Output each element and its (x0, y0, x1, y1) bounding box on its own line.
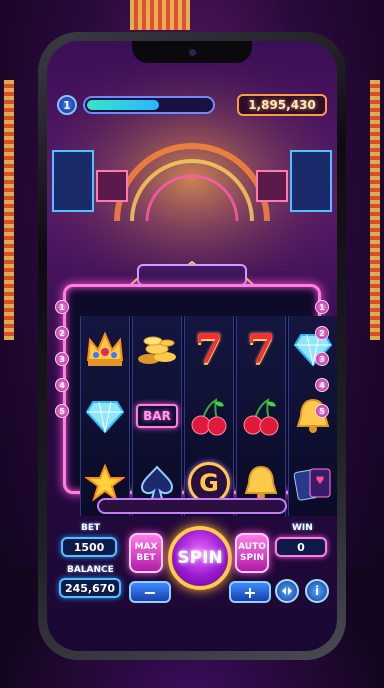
camera-icon (189, 49, 196, 56)
auto-spin-button[interactable]: AUTO SPIN (235, 533, 269, 573)
payline-marker: 3 (315, 352, 329, 366)
seven-icon: 7 (237, 319, 285, 379)
neon-strip-left (4, 80, 14, 340)
arrows-icon (282, 587, 292, 595)
payline-marker: 2 (55, 326, 69, 340)
seven-icon: 7 (185, 319, 233, 379)
max-bet-button[interactable]: MAX BET (129, 533, 163, 573)
top-bar: 1 1,895,430 (57, 92, 327, 118)
control-panel: BET 1500 BALANCE 245,670 MAX BET SPIN AU… (47, 519, 337, 629)
payline-marker: 5 (315, 404, 329, 418)
bet-label: BET (81, 523, 101, 533)
xp-progress-bar (83, 96, 215, 114)
payline-marker: 4 (315, 378, 329, 392)
decrease-bet-button[interactable]: − (129, 581, 171, 603)
balance-label: BALANCE (67, 565, 114, 575)
diamond-icon (81, 386, 129, 446)
bar-icon: BAR (133, 386, 181, 446)
neon-strip-top (130, 0, 190, 30)
win-value: 0 (275, 537, 327, 557)
spin-button[interactable]: SPIN (168, 526, 232, 590)
diamond-icon (289, 319, 337, 379)
crown-icon (81, 319, 129, 379)
payline-markers-right: 1 2 3 4 5 (315, 300, 329, 418)
machine-marquee (137, 264, 247, 286)
cherries-icon (185, 386, 233, 446)
reel-frame: BAR 7 G 7 (63, 284, 337, 516)
reel-4: 7 (236, 316, 286, 516)
coins-icon (133, 319, 181, 379)
increase-bet-button[interactable]: + (229, 581, 271, 603)
xp-progress-fill (87, 100, 159, 110)
reel-1 (80, 316, 130, 516)
balance-value: 245,670 (59, 578, 121, 598)
bar-label: BAR (136, 403, 178, 428)
payline-marker: 1 (315, 300, 329, 314)
info-button[interactable]: i (305, 579, 329, 603)
reel-5 (288, 316, 337, 516)
seven-label: 7 (247, 325, 275, 373)
win-message-bar (97, 498, 287, 514)
reel-3: 7G (184, 316, 234, 516)
coin-balance[interactable]: 1,895,430 (237, 94, 327, 116)
win-label: WIN (292, 523, 313, 533)
reel-2: BAR (132, 316, 182, 516)
payline-marker: 3 (55, 352, 69, 366)
phone-screen: 1 1,895,430 BAR 7 G 7 12345 12345 BET 15… (47, 41, 337, 651)
bet-value[interactable]: 1500 (61, 537, 117, 557)
cards-icon (289, 453, 337, 513)
level-badge[interactable]: 1 (57, 95, 77, 115)
paytable-button[interactable] (275, 579, 299, 603)
payline-marker: 5 (55, 404, 69, 418)
screen-casino-lights (47, 41, 337, 271)
payline-marker: 2 (315, 326, 329, 340)
payline-marker: 1 (55, 300, 69, 314)
neon-strip-right (370, 80, 380, 340)
seven-label: 7 (195, 325, 223, 373)
reel-grid: BAR 7 G 7 (80, 316, 337, 516)
payline-marker: 4 (55, 378, 69, 392)
bell-icon (289, 386, 337, 446)
cherries-icon (237, 386, 285, 446)
casino-background: 1 1,895,430 BAR 7 G 7 12345 12345 BET 15… (0, 0, 384, 688)
slot-machine: BAR 7 G 7 12345 12345 (53, 260, 337, 520)
phone-frame: 1 1,895,430 BAR 7 G 7 12345 12345 BET 15… (38, 32, 346, 660)
payline-markers-left: 1 2 3 4 5 (55, 300, 69, 418)
